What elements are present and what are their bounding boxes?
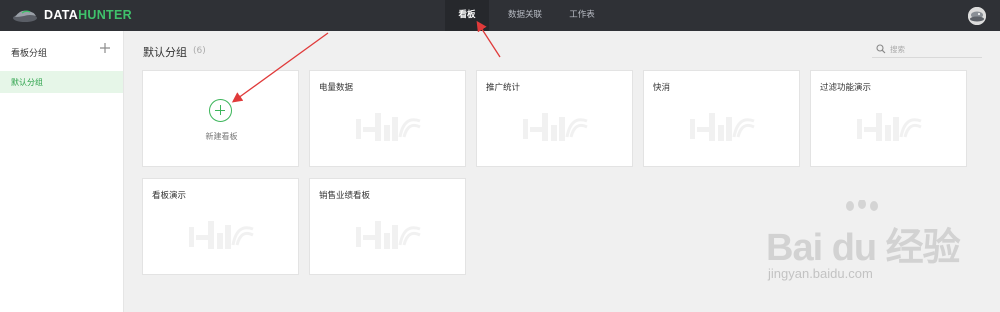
dashboard-card[interactable]: 看板演示 <box>142 178 299 275</box>
new-dashboard-card[interactable]: 新建看板 <box>142 70 299 167</box>
dashboard-card[interactable]: 推广统计 <box>476 70 633 167</box>
chart-placeholder-icon <box>690 113 755 141</box>
tab-worksheets[interactable]: 工作表 <box>557 0 607 31</box>
dashboard-card-title: 快消 <box>653 83 671 93</box>
dashboard-card-title: 销售业绩看板 <box>319 191 371 201</box>
chart-placeholder-icon <box>356 221 421 249</box>
group-count-badge: (6) <box>193 46 206 56</box>
sidebar-item-label: 默认分组 <box>11 78 43 87</box>
dashboard-card[interactable]: 销售业绩看板 <box>309 178 466 275</box>
watermark-brand: Bai du 经验 <box>766 227 961 269</box>
dashboard-card[interactable]: 快消 <box>643 70 800 167</box>
dashboard-card[interactable]: 过滤功能演示 <box>810 70 967 167</box>
user-avatar-icon <box>968 7 986 25</box>
sidebar-header: 看板分组 <box>0 31 123 71</box>
page-title: 默认分组 <box>143 46 187 59</box>
app-logo[interactable]: DATAHUNTER <box>12 7 132 23</box>
plus-icon <box>100 43 110 53</box>
chart-placeholder-icon <box>523 113 588 141</box>
main-nav: 看板 数据关联 工作表 <box>445 0 607 31</box>
dashboard-card-title: 电量数据 <box>319 83 354 93</box>
search-box <box>872 41 982 58</box>
add-circle-icon <box>209 99 232 122</box>
dashboard-card-title: 看板演示 <box>152 191 187 201</box>
add-group-button[interactable] <box>99 41 111 57</box>
search-icon <box>876 44 886 54</box>
new-dashboard-label: 新建看板 <box>205 132 238 141</box>
watermark-url: jingyan.baidu.com <box>768 266 873 281</box>
avatar[interactable] <box>968 7 986 25</box>
app-logo-text: DATAHUNTER <box>44 8 132 22</box>
sidebar: 看板分组 默认分组 <box>0 31 124 312</box>
dashboard-card-title: 推广统计 <box>486 83 521 93</box>
dashboard-card[interactable]: 电量数据 <box>309 70 466 167</box>
tab-dashboards[interactable]: 看板 <box>445 0 489 31</box>
dashboard-card-title: 过滤功能演示 <box>820 83 872 93</box>
search-input[interactable] <box>890 41 980 57</box>
sidebar-title: 看板分组 <box>11 49 48 59</box>
chart-placeholder-icon <box>356 113 421 141</box>
sidebar-item-default-group[interactable]: 默认分组 <box>0 71 123 93</box>
logo-icon <box>13 10 37 22</box>
chart-placeholder-icon <box>857 113 922 141</box>
baidu-watermark: Bai du 经验 jingyan.baidu.com <box>760 200 961 300</box>
chart-placeholder-icon <box>189 221 254 249</box>
tab-data-relations[interactable]: 数据关联 <box>495 0 555 31</box>
top-bar: DATAHUNTER 看板 数据关联 工作表 <box>0 0 1000 31</box>
